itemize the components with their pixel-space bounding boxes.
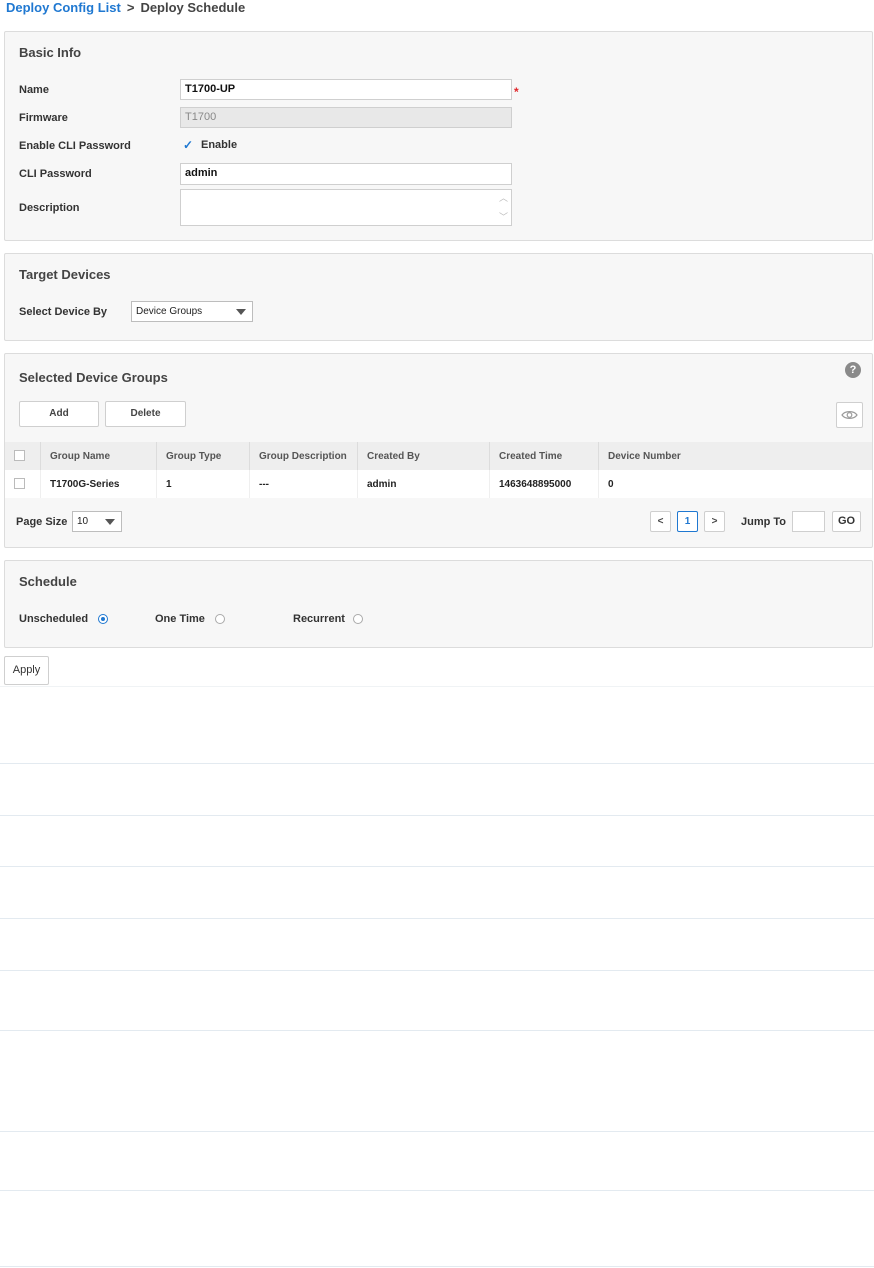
page-size-dropdown[interactable]: 10 bbox=[72, 511, 122, 532]
divider bbox=[0, 686, 874, 687]
select-all-cell bbox=[5, 442, 41, 470]
schedule-option-recurrent-label: Recurrent bbox=[293, 613, 345, 625]
cli-password-label: CLI Password bbox=[19, 168, 92, 180]
divider bbox=[0, 918, 874, 919]
go-button[interactable]: GO bbox=[832, 511, 861, 532]
next-page-button[interactable]: > bbox=[704, 511, 725, 532]
name-required-mark: * bbox=[514, 85, 519, 99]
cli-password-input[interactable]: admin bbox=[180, 163, 512, 185]
cell-group-name: T1700G-Series bbox=[40, 470, 157, 498]
textarea-scroll-down-icon[interactable]: ﹀ bbox=[499, 210, 508, 223]
enable-checkbox-label: Enable bbox=[201, 139, 238, 151]
divider bbox=[0, 763, 874, 764]
firmware-field: T1700 bbox=[180, 107, 512, 128]
divider bbox=[0, 866, 874, 867]
schedule-option-unscheduled-label: Unscheduled bbox=[19, 613, 89, 625]
name-input[interactable]: T1700-UP bbox=[180, 79, 512, 100]
column-header-group-description[interactable]: Group Description bbox=[249, 442, 358, 470]
basic-info-panel: Basic Info Name T1700-UP * Firmware T170… bbox=[4, 31, 873, 241]
row-select-cell bbox=[5, 470, 41, 498]
column-header-group-name[interactable]: Group Name bbox=[40, 442, 157, 470]
eye-icon bbox=[841, 411, 858, 419]
row-checkbox[interactable] bbox=[14, 478, 25, 490]
breadcrumb-current: Deploy Schedule bbox=[140, 0, 246, 15]
jump-to-label: Jump To bbox=[741, 516, 787, 528]
current-page-button[interactable]: 1 bbox=[677, 511, 698, 532]
divider bbox=[0, 815, 874, 816]
enable-cli-password-label: Enable CLI Password bbox=[19, 140, 131, 152]
column-visibility-button[interactable] bbox=[836, 402, 863, 428]
column-header-device-number[interactable]: Device Number bbox=[598, 442, 872, 470]
schedule-option-one-time-label: One Time bbox=[155, 613, 205, 625]
divider bbox=[0, 1030, 874, 1031]
cell-device-number: 0 bbox=[598, 470, 872, 498]
firmware-label: Firmware bbox=[19, 112, 68, 124]
breadcrumb: Deploy Config List > Deploy Schedule bbox=[6, 0, 245, 16]
cell-group-type: 1 bbox=[156, 470, 250, 498]
schedule-panel: Schedule Unscheduled One Time Recurrent bbox=[4, 560, 873, 648]
cell-group-description: --- bbox=[249, 470, 358, 498]
page-size-label: Page Size bbox=[16, 516, 68, 528]
table-header-row: Group Name Group Type Group Description … bbox=[5, 442, 872, 470]
select-device-by-value: Device Groups bbox=[136, 306, 203, 317]
prev-page-button[interactable]: < bbox=[650, 511, 671, 532]
description-label: Description bbox=[19, 202, 80, 214]
apply-button[interactable]: Apply bbox=[4, 656, 49, 685]
textarea-scroll-up-icon[interactable]: ︿ bbox=[499, 191, 508, 204]
table-row[interactable]: T1700G-Series 1 --- admin 1463648895000 … bbox=[5, 470, 872, 498]
jump-to-input[interactable] bbox=[792, 511, 825, 532]
target-devices-panel: Target Devices Select Device By Device G… bbox=[4, 253, 873, 341]
chevron-down-icon bbox=[105, 519, 115, 525]
breadcrumb-deploy-config-list-link[interactable]: Deploy Config List bbox=[6, 0, 121, 15]
one-time-radio[interactable] bbox=[215, 614, 225, 624]
unscheduled-radio[interactable] bbox=[98, 614, 108, 624]
help-icon[interactable]: ? bbox=[845, 362, 861, 378]
divider bbox=[0, 970, 874, 971]
page-size-value: 10 bbox=[77, 516, 89, 527]
divider bbox=[0, 1190, 874, 1191]
recurrent-radio[interactable] bbox=[353, 614, 363, 624]
selected-device-groups-panel: Selected Device Groups ? Add Delete Grou… bbox=[4, 353, 873, 548]
add-button[interactable]: Add bbox=[19, 401, 99, 427]
cell-created-time: 1463648895000 bbox=[489, 470, 599, 498]
enable-cli-checkbox[interactable]: ✓ bbox=[183, 139, 193, 151]
delete-button[interactable]: Delete bbox=[105, 401, 186, 427]
description-textarea[interactable] bbox=[180, 189, 512, 226]
column-header-created-by[interactable]: Created By bbox=[357, 442, 490, 470]
basic-info-title: Basic Info bbox=[19, 45, 82, 60]
select-all-checkbox[interactable] bbox=[14, 450, 25, 462]
column-header-created-time[interactable]: Created Time bbox=[489, 442, 599, 470]
name-label: Name bbox=[19, 84, 49, 96]
selected-device-groups-title: Selected Device Groups bbox=[19, 370, 168, 385]
device-groups-table: Group Name Group Type Group Description … bbox=[5, 442, 872, 498]
divider bbox=[0, 1131, 874, 1132]
select-device-by-label: Select Device By bbox=[19, 306, 108, 318]
divider bbox=[0, 1266, 874, 1267]
column-header-group-type[interactable]: Group Type bbox=[156, 442, 250, 470]
breadcrumb-separator: > bbox=[126, 0, 135, 15]
select-device-by-dropdown[interactable]: Device Groups bbox=[131, 301, 253, 322]
target-devices-title: Target Devices bbox=[19, 267, 111, 282]
chevron-down-icon bbox=[236, 309, 246, 315]
schedule-title: Schedule bbox=[19, 574, 77, 589]
cell-created-by: admin bbox=[357, 470, 490, 498]
